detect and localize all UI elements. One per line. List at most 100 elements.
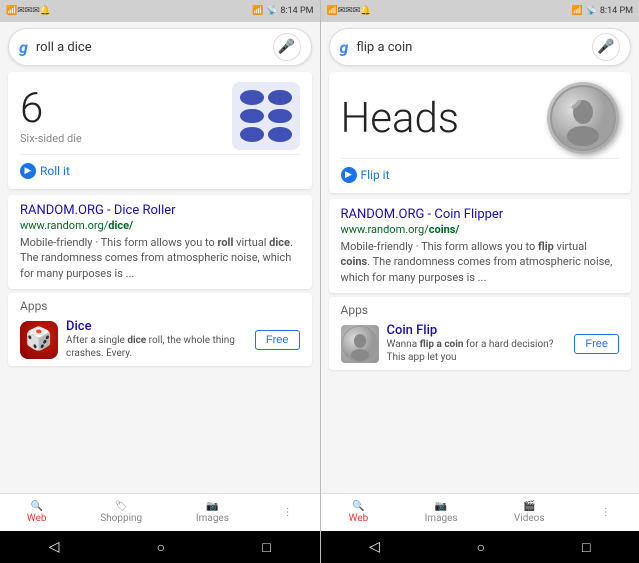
nav-images-right[interactable]: 📷 Images [417,499,466,526]
coin-text-section: Heads [341,94,460,143]
mic-icon-right: 🎤 [597,39,614,55]
status-bar-left: 📶✉✉✉🔔 📶 📡 8:14 PM [0,0,320,22]
flip-icon: ▶ [341,167,357,183]
dice-face [232,82,300,150]
app-name-right[interactable]: Coin Flip [387,323,567,338]
home-button-left[interactable]: ○ [157,539,165,556]
nav-more-right[interactable]: ⋮ [593,505,619,520]
home-button-right[interactable]: ○ [477,539,485,556]
url-base-right: www.random.org/ [341,223,429,236]
bottom-nav-right: 🔍 Web 📷 Images 🎬 Videos ⋮ [321,493,639,531]
camera-icon-left: 📷 [206,501,218,512]
nav-web-left[interactable]: 🔍 Web [19,499,55,526]
coin-thumb-svg [341,325,379,363]
web-result-left: RANDOM.ORG - Dice Roller www.random.org/… [8,195,312,289]
google-logo-right: g [340,38,349,57]
roll-label: Roll it [40,164,70,178]
result-url-right[interactable]: www.random.org/coins/ [341,223,620,236]
nav-web-label-right: Web [349,513,369,524]
coin-result-content: Heads [341,82,620,154]
time-left: 8:14 PM [280,6,313,16]
nav-web-label-left: Web [27,513,47,524]
right-panel: 📶✉✉✉🔔 📶 📡 8:14 PM g flip a coin 🎤 Heads [320,0,639,563]
app-icon-dice: 🎲 [20,321,58,359]
dice-number: 6 [20,88,82,130]
dot-5 [240,127,264,142]
app-name-left[interactable]: Dice [66,319,247,334]
mic-icon-left: 🎤 [278,39,295,55]
app-row-left: 🎲 Dice After a single dice roll, the who… [20,319,300,360]
search-icon-left: 🔍 [30,501,42,512]
nav-shopping-left[interactable]: 🏷 Shopping [92,499,150,526]
free-button-right[interactable]: Free [574,334,619,354]
search-input-left[interactable]: roll a dice [36,40,273,55]
nav-videos-right[interactable]: 🎬 Videos [506,499,553,526]
result-snippet-left: Mobile-friendly · This form allows you t… [20,235,300,281]
mic-button-right[interactable]: 🎤 [592,33,620,61]
camera-icon-right: 📷 [435,501,447,512]
nav-images-label-right: Images [425,513,458,524]
apps-section-left: Apps 🎲 Dice After a single dice roll, th… [8,293,312,366]
coin-image [547,82,619,154]
sys-nav-left: ◁ ○ □ [0,531,320,563]
dot-2 [268,90,292,105]
recents-button-right[interactable]: □ [582,539,590,556]
mic-button-left[interactable]: 🎤 [273,33,301,61]
app-desc-right: Wanna flip a coin for a hard decision? T… [387,338,567,364]
dot-1 [240,90,264,105]
roll-icon: ▶ [20,163,36,179]
dice-label: Six-sided die [20,132,82,145]
apps-label-right: Apps [341,303,620,317]
nav-web-right[interactable]: 🔍 Web [341,499,377,526]
time-right: 8:14 PM [600,6,633,16]
bottom-nav-left: 🔍 Web 🏷 Shopping 📷 Images ⋮ [0,493,320,531]
nav-videos-label-right: Videos [514,513,545,524]
notification-icons: 📶✉✉✉🔔 [6,6,51,16]
notification-icons-right: 📶✉✉✉🔔 [327,6,372,16]
free-button-left[interactable]: Free [255,330,300,350]
nav-images-left[interactable]: 📷 Images [188,499,237,526]
status-bar-right: 📶✉✉✉🔔 📶 📡 8:14 PM [321,0,639,22]
nav-images-label-left: Images [196,513,229,524]
signal-icon-right: 📶 [571,6,582,16]
wifi-icon-right: 📡 [586,6,597,16]
flip-label: Flip it [361,168,390,182]
google-logo-left: g [19,38,28,57]
dot-4 [268,109,292,124]
search-bar-right[interactable]: g flip a coin 🎤 [329,28,632,66]
left-panel: 📶✉✉✉🔔 📶 📡 8:14 PM g roll a dice 🎤 6 Six-… [0,0,320,563]
web-result-right: RANDOM.ORG - Coin Flipper www.random.org… [329,199,632,293]
result-title-left[interactable]: RANDOM.ORG - Dice Roller [20,203,300,218]
url-base-left: www.random.org/ [20,219,108,232]
search-icon-right: 🔍 [352,501,364,512]
coin-result-text: Heads [341,94,460,143]
back-button-left[interactable]: ◁ [49,539,60,555]
nav-more-left[interactable]: ⋮ [275,505,301,520]
app-icon-coin [341,325,379,363]
more-icon-left: ⋮ [283,507,293,518]
roll-button[interactable]: ▶ Roll it [20,163,300,179]
search-input-right[interactable]: flip a coin [356,40,592,55]
status-left-icons: 📶✉✉✉🔔 [6,6,51,16]
dot-3 [240,109,264,124]
status-right: 📶 📡 8:14 PM [252,6,314,16]
app-info-left: Dice After a single dice roll, the whole… [66,319,247,360]
result-title-right[interactable]: RANDOM.ORG - Coin Flipper [341,207,620,222]
recents-button-left[interactable]: □ [262,539,270,556]
result-url-left[interactable]: www.random.org/dice/ [20,219,300,232]
dice-number-section: 6 Six-sided die [20,88,82,145]
flip-button[interactable]: ▶ Flip it [341,167,620,183]
status-right-right: 📶 📡 8:14 PM [571,6,633,16]
app-info-right: Coin Flip Wanna flip a coin for a hard d… [387,323,567,364]
signal-icon: 📶 [252,6,263,16]
dice-result-content: 6 Six-sided die [20,82,300,150]
dot-6 [268,127,292,142]
apps-section-right: Apps Coin Flip Wan [329,297,632,370]
more-icon-right: ⋮ [601,507,611,518]
search-bar-left[interactable]: g roll a dice 🎤 [8,28,312,66]
back-button-right[interactable]: ◁ [369,539,380,555]
sys-nav-right: ◁ ○ □ [321,531,639,563]
video-icon-right: 🎬 [523,501,535,512]
dice-result-card: 6 Six-sided die ▶ Roll it [8,72,312,189]
status-right-icons: 📶✉✉✉🔔 [327,6,372,16]
